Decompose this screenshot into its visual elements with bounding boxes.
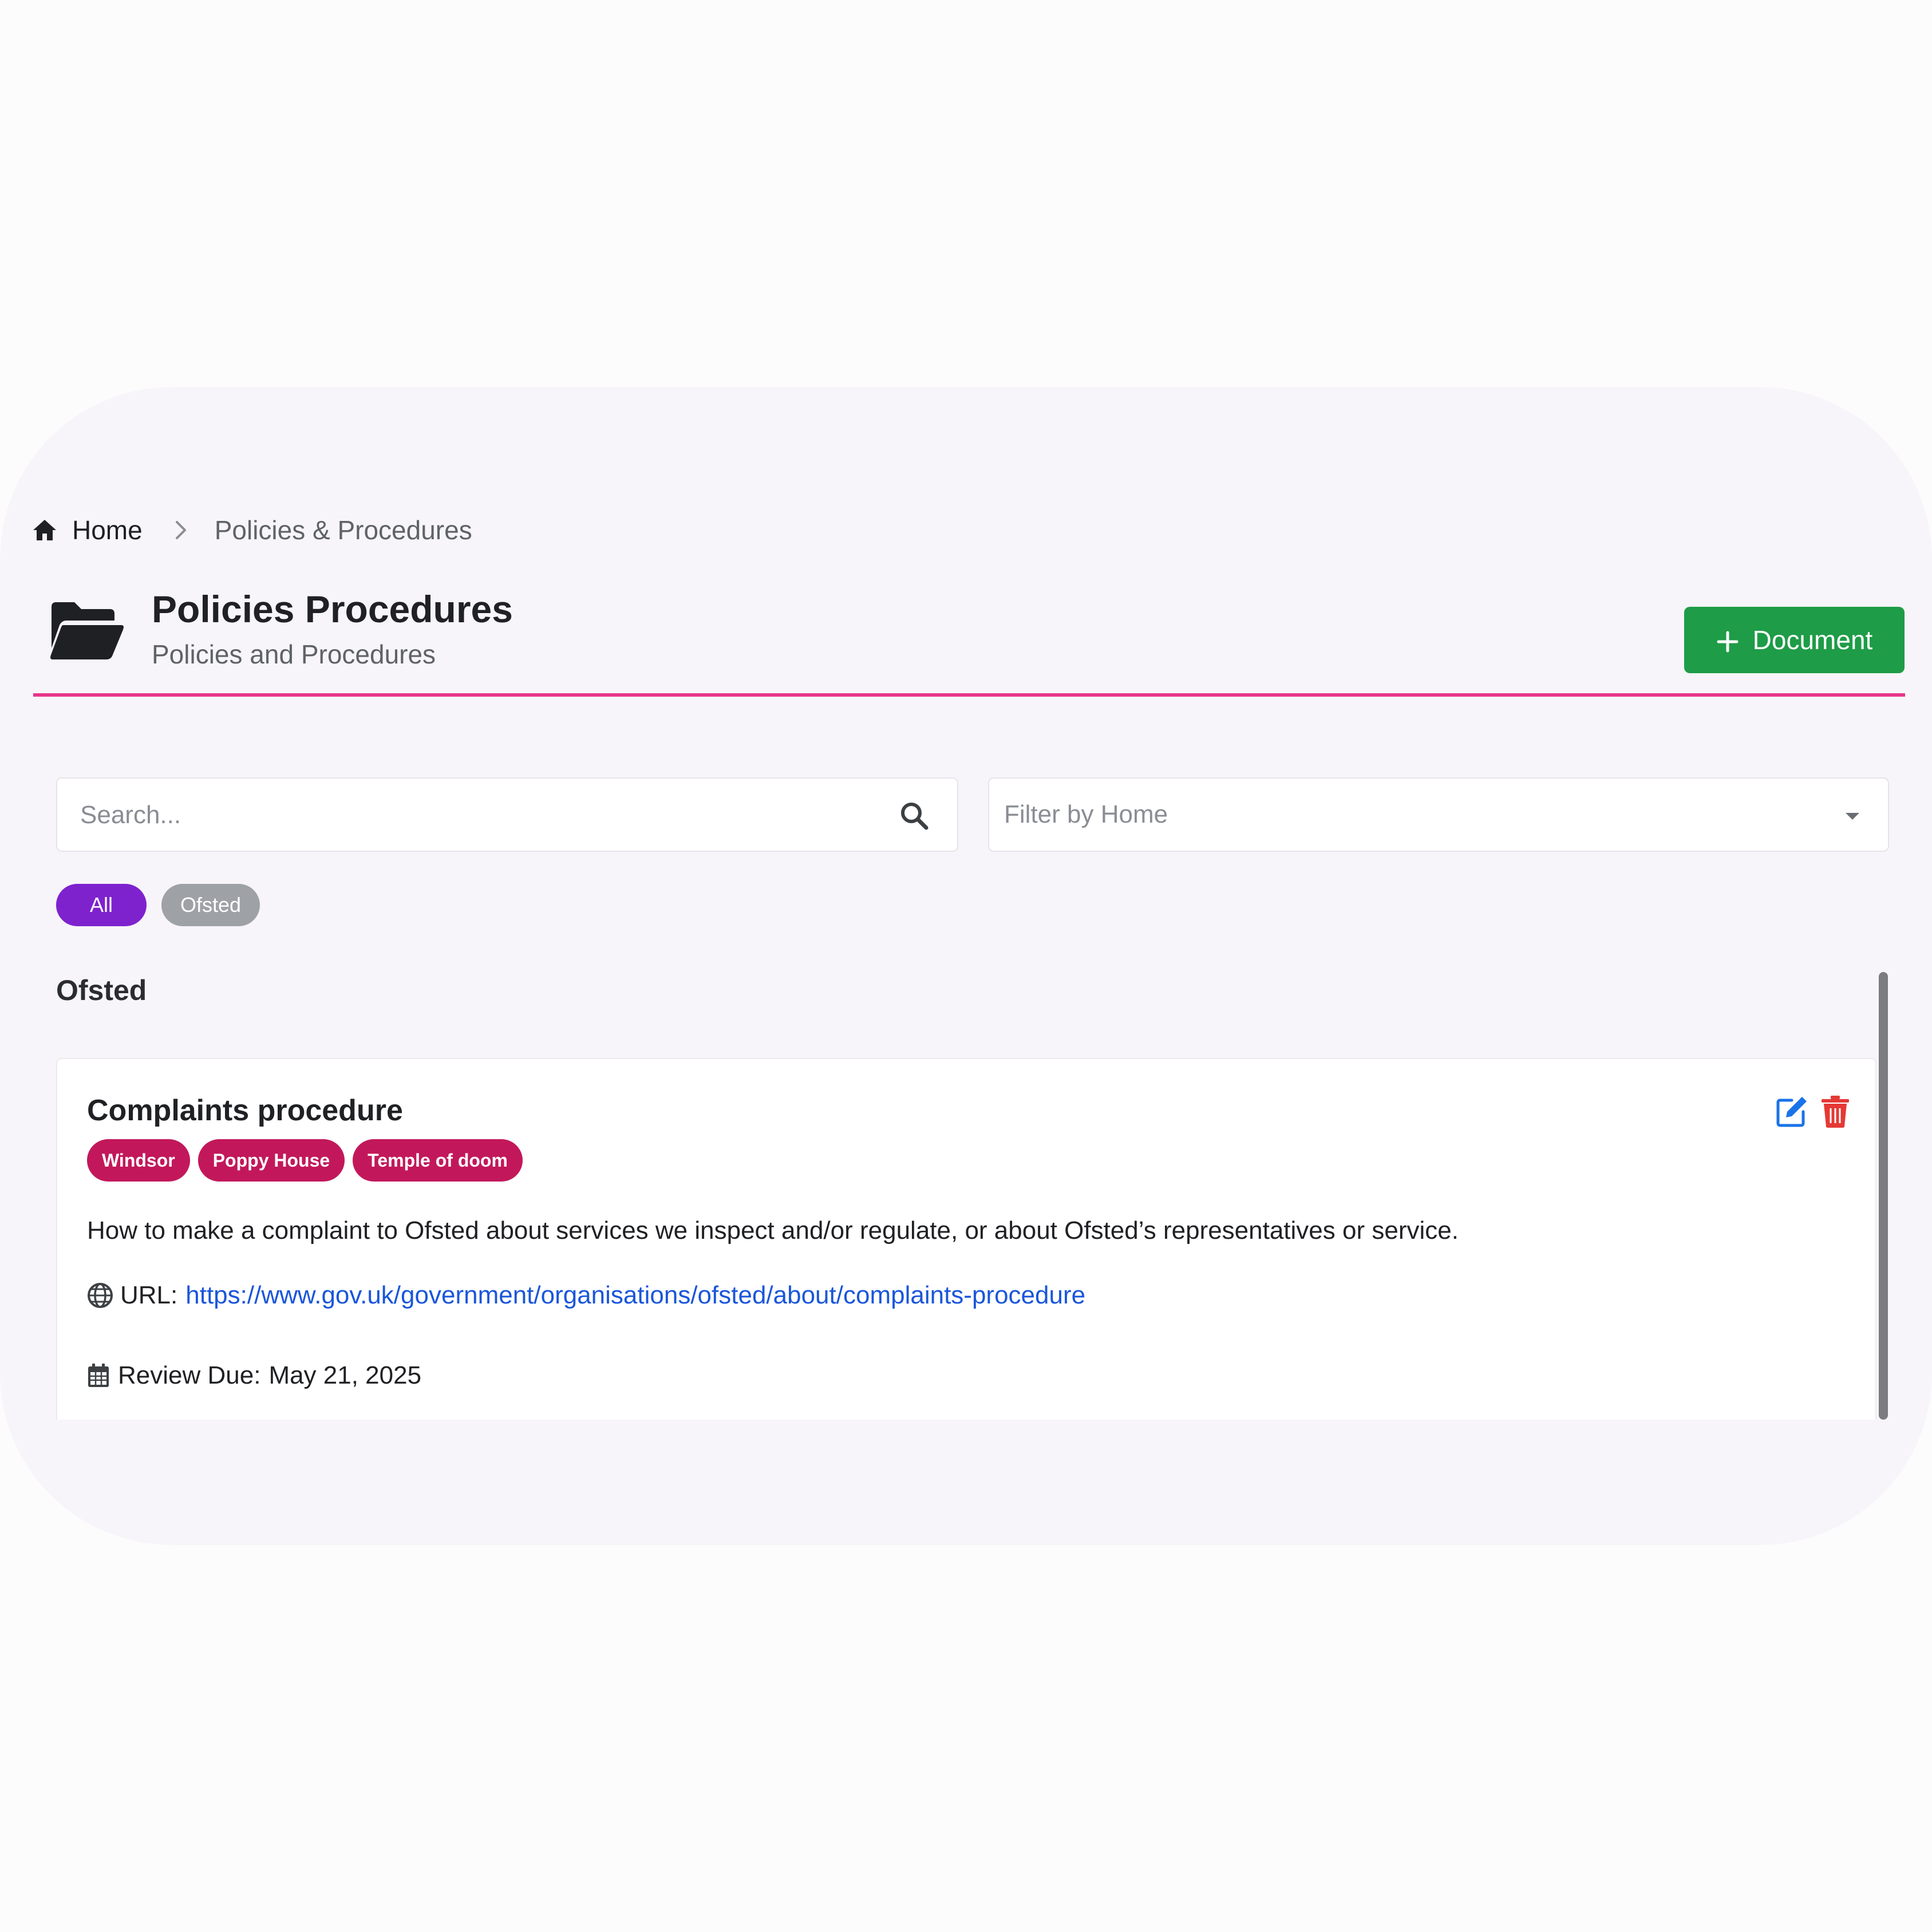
tag-badge: Poppy House [197, 1139, 345, 1182]
filter-placeholder: Filter by Home [1004, 800, 1168, 828]
scrollbar[interactable] [1879, 972, 1888, 1420]
add-document-label: Document [1752, 625, 1873, 655]
review-due-label: Review Due: [118, 1361, 261, 1389]
document-description: How to make a complaint to Ofsted about … [87, 1216, 1459, 1244]
app-frame: Home Policies & Procedures Policies Proc… [0, 387, 1932, 1545]
chevron-right-icon [169, 519, 192, 542]
page-content: Home Policies & Procedures Policies Proc… [0, 387, 1932, 1545]
filter-by-home-select[interactable]: Filter by Home [988, 777, 1889, 852]
folder-open-icon [47, 599, 125, 662]
search-field[interactable] [56, 777, 958, 852]
content-viewport-edge [0, 1420, 1932, 1545]
trash-icon[interactable] [1820, 1095, 1850, 1129]
document-tags: Windsor Poppy House Temple of doom [87, 1139, 531, 1182]
document-url-link[interactable]: https://www.gov.uk/government/organisati… [185, 1281, 1085, 1310]
add-document-button[interactable]: Document [1684, 607, 1905, 673]
page-title: Policies Procedures [152, 588, 513, 630]
edit-icon[interactable] [1775, 1095, 1809, 1129]
header-divider [33, 693, 1905, 697]
category-pill-all[interactable]: All [56, 884, 147, 926]
globe-icon [87, 1282, 113, 1309]
review-due-row: Review Due: May 21, 2025 [87, 1361, 421, 1390]
search-icon[interactable] [899, 800, 930, 831]
calendar-icon [87, 1363, 110, 1388]
home-icon[interactable] [31, 516, 58, 544]
url-label: URL: [120, 1281, 178, 1309]
search-input[interactable] [79, 779, 871, 852]
page-subtitle: Policies and Procedures [152, 639, 436, 669]
tag-badge: Windsor [87, 1139, 190, 1182]
document-title: Complaints procedure [87, 1094, 403, 1127]
breadcrumb-current: Policies & Procedures [214, 515, 472, 545]
section-title: Ofsted [56, 974, 147, 1006]
breadcrumb: Home Policies & Procedures [31, 510, 472, 550]
document-url-row: URL: https://www.gov.uk/government/organ… [87, 1281, 1085, 1310]
tag-badge: Temple of doom [353, 1139, 523, 1182]
chevron-down-icon[interactable] [1842, 806, 1863, 827]
breadcrumb-home-link[interactable]: Home [72, 515, 143, 546]
category-pill-ofsted[interactable]: Ofsted [161, 884, 260, 926]
plus-icon [1716, 629, 1739, 653]
review-due-date: May 21, 2025 [268, 1361, 422, 1389]
